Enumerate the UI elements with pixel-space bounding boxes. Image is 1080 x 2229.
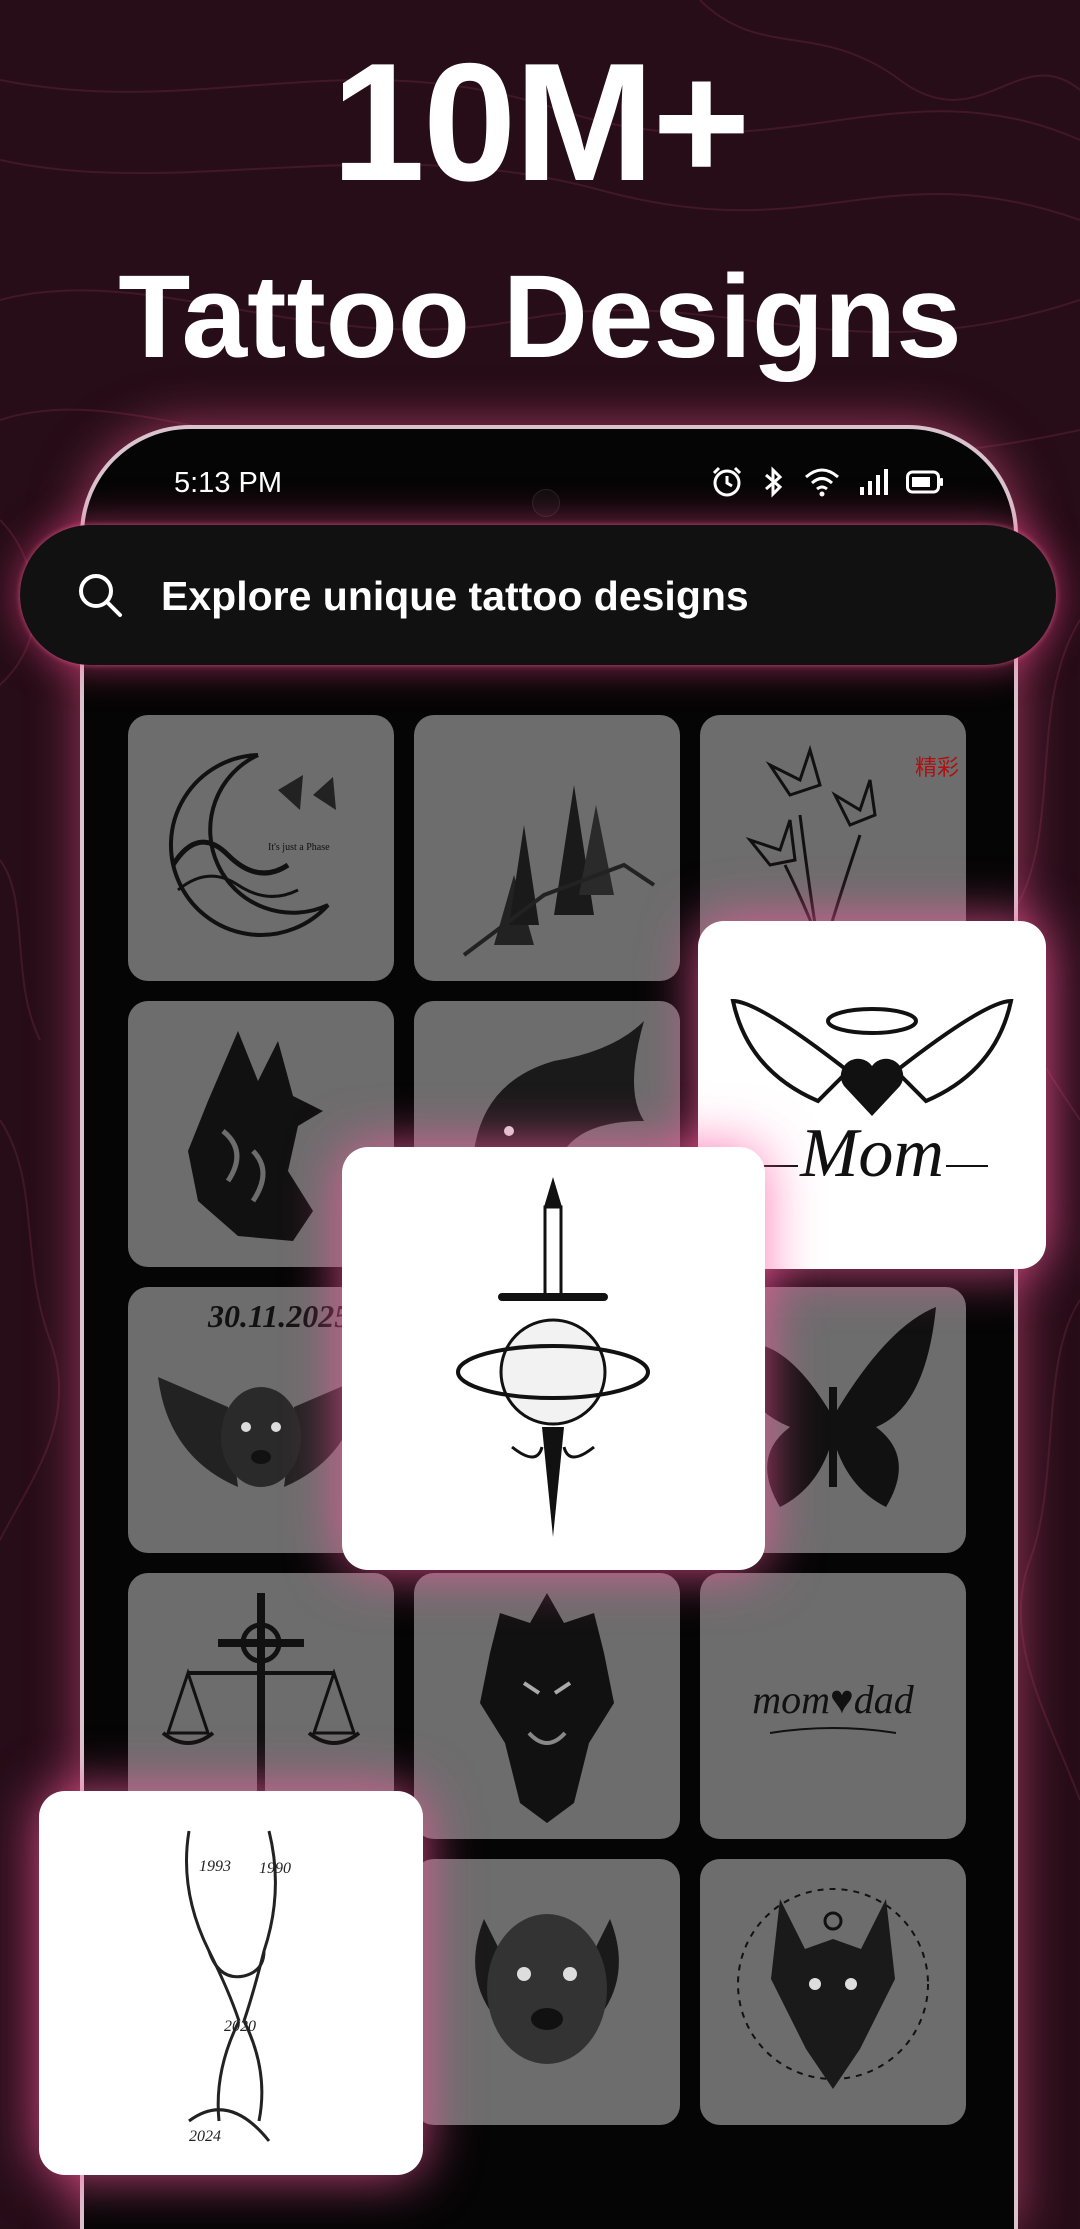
- featured-sword-planet[interactable]: [342, 1147, 765, 1570]
- year-2020: 2020: [224, 2018, 256, 2035]
- search-icon: [79, 574, 122, 617]
- tile-text-kanji: 精彩: [915, 756, 959, 781]
- tile-tribal-lion[interactable]: [414, 1573, 680, 1839]
- year-1990: 1990: [259, 1860, 291, 1877]
- tile-moon-wave-butterfly[interactable]: It's just a Phase: [128, 715, 394, 981]
- tile-text-momdad: mom♥dad: [752, 1677, 915, 1722]
- headline-title: Tattoo Designs: [118, 251, 962, 383]
- tile-wolf-mandala[interactable]: [700, 1859, 966, 2125]
- status-icons: [710, 465, 944, 499]
- tile-pine-trees-mountain[interactable]: [414, 715, 680, 981]
- wifi-icon: [805, 468, 839, 497]
- bluetooth-icon: [765, 466, 783, 498]
- battery-icon: [906, 470, 943, 494]
- signal-icon: [860, 469, 888, 495]
- tile-text-phase: It's just a Phase: [268, 842, 330, 853]
- alarm-icon: [712, 466, 742, 497]
- year-1993: 1993: [199, 1858, 231, 1875]
- headline-count: 10M+: [331, 28, 751, 216]
- search-placeholder: Explore unique tattoo designs: [161, 573, 749, 619]
- year-2024: 2024: [189, 2128, 221, 2145]
- featured-text-mom: Mom: [799, 1115, 944, 1192]
- featured-holding-hands[interactable]: 1993 1990 2020 2024: [39, 1791, 423, 2175]
- search-bar[interactable]: Explore unique tattoo designs: [20, 525, 1056, 665]
- status-time: 5:13 PM: [174, 467, 282, 499]
- tile-mom-dad-script[interactable]: mom♥dad: [700, 1573, 966, 1839]
- tile-text-date: 30.11.2025: [207, 1298, 350, 1334]
- tile-dog-portrait[interactable]: [414, 1859, 680, 2125]
- front-camera: [532, 489, 560, 517]
